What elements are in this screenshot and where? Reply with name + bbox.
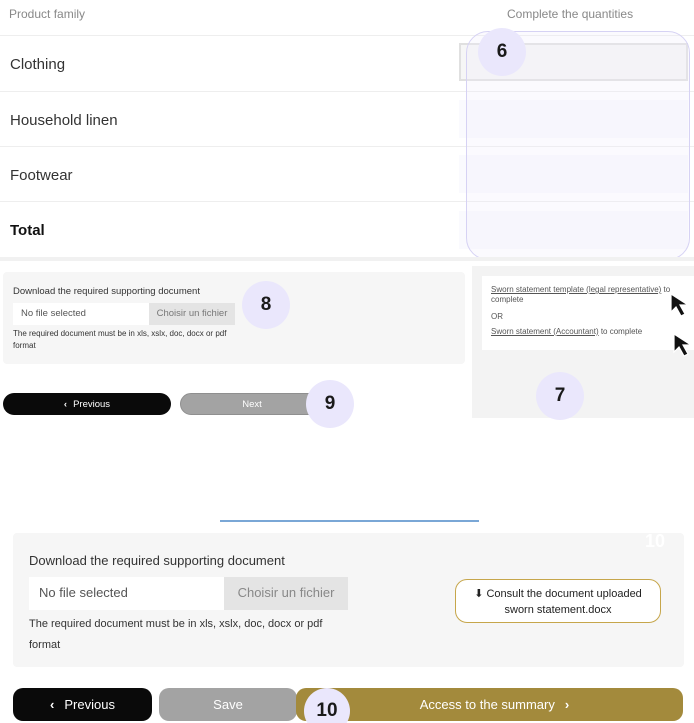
- download-icon: ⬇: [474, 588, 484, 600]
- badge-8: 8: [242, 281, 290, 329]
- file-name-field[interactable]: No file selected: [13, 303, 149, 325]
- consult-document-button[interactable]: ⬇ Consult the document uploaded sworn st…: [455, 579, 661, 623]
- quantity-input-household-linen[interactable]: [459, 100, 688, 138]
- cursor-arrow-icon: [673, 332, 694, 357]
- quantity-total-value: [459, 211, 688, 249]
- consult-label: Consult the document uploaded: [486, 588, 642, 600]
- sworn-line-2: Sworn statement (Accountant) to complete: [491, 327, 642, 337]
- upload-title: Download the required supporting documen…: [13, 286, 200, 297]
- button-label: Access to the summary: [419, 697, 555, 712]
- previous-button[interactable]: ‹ Previous: [13, 688, 152, 721]
- upload-title: Download the required supporting documen…: [29, 553, 285, 568]
- sworn-accountant-link[interactable]: Sworn statement (Accountant): [491, 327, 599, 336]
- sworn-line-1: Sworn statement template (legal represen…: [491, 285, 691, 305]
- link-suffix: to complete: [598, 327, 643, 336]
- button-label: Previous: [73, 398, 111, 410]
- row-label: Clothing: [10, 56, 66, 73]
- button-label: Previous: [64, 697, 115, 712]
- badge-6: 6: [478, 28, 526, 76]
- consult-line: ⬇ Consult the document uploaded: [456, 586, 660, 602]
- chevron-right-icon: ›: [564, 697, 570, 712]
- upload-panel-small: Download the required supporting documen…: [3, 272, 465, 364]
- quantity-input-footwear[interactable]: [459, 155, 688, 193]
- section-divider: [0, 257, 694, 261]
- row-label: Total: [10, 222, 45, 239]
- sworn-statement-card: Sworn statement template (legal represen…: [482, 276, 694, 350]
- chevron-left-icon: ‹: [50, 697, 55, 712]
- badge-10-faint: 10: [645, 531, 666, 551]
- previous-button-small[interactable]: ‹ Previous: [3, 393, 171, 415]
- product-family-header: Product family: [9, 7, 86, 21]
- or-label: OR: [491, 312, 503, 321]
- sworn-template-legal-link[interactable]: Sworn statement template (legal represen…: [491, 285, 661, 294]
- section-separator-line: [220, 520, 479, 522]
- choose-file-button[interactable]: Choisir un fichier: [224, 577, 348, 610]
- upload-panel-large: Download the required supporting documen…: [13, 533, 684, 667]
- badge-7: 7: [536, 372, 584, 420]
- row-label: Household linen: [10, 112, 118, 129]
- badge-9: 9: [306, 380, 354, 428]
- quantities-header: Complete the quantities: [507, 7, 634, 21]
- row-label: Footwear: [10, 167, 73, 184]
- save-button[interactable]: Save: [159, 688, 297, 721]
- access-summary-button[interactable]: Access to the summary ›: [296, 688, 683, 721]
- upload-help-text: The required document must be in xls, xs…: [29, 618, 323, 651]
- upload-help-text: The required document must be in xls, xs…: [13, 329, 227, 350]
- uploaded-file-name: sworn statement.docx: [504, 604, 612, 616]
- choose-file-button[interactable]: Choisir un fichier: [149, 303, 235, 325]
- cursor-arrow-icon: [670, 292, 691, 317]
- file-name-field[interactable]: No file selected: [29, 577, 224, 610]
- chevron-left-icon: ‹: [63, 398, 68, 410]
